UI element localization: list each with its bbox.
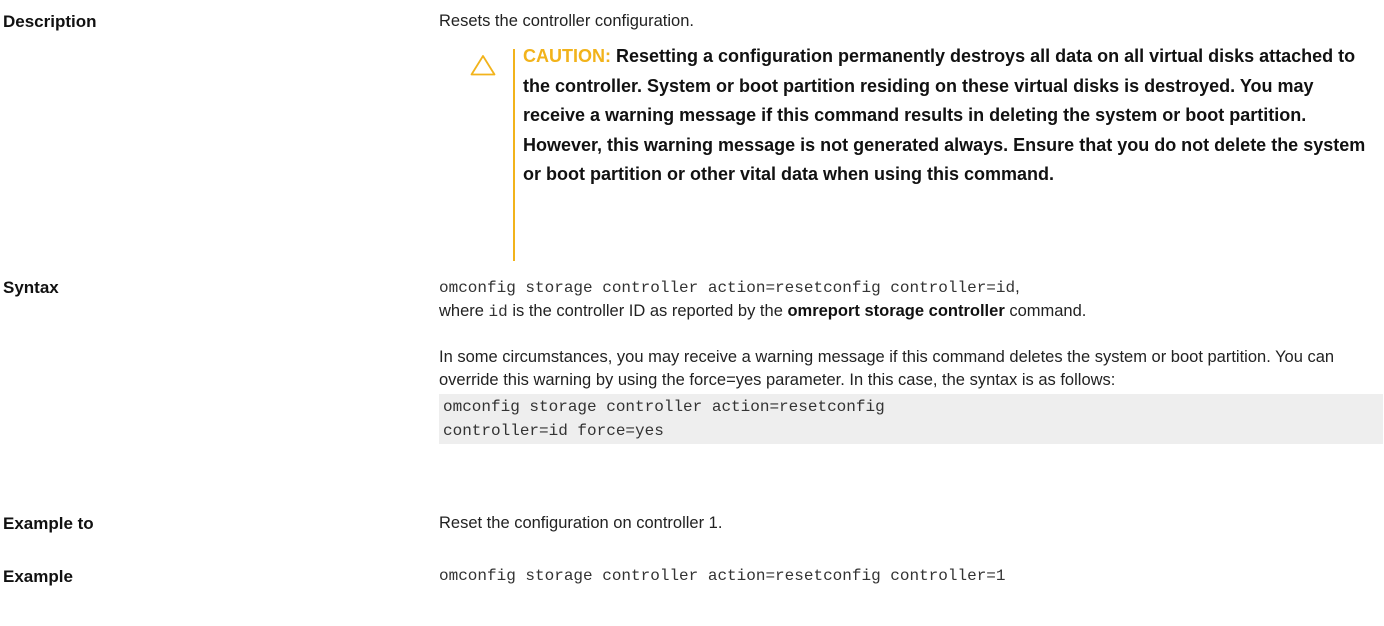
syntax-code-line-1: omconfig storage controller action=reset… <box>443 398 885 416</box>
example-code: omconfig storage controller action=reset… <box>439 567 1006 585</box>
syntax-command: omconfig storage controller action=reset… <box>439 279 1016 297</box>
syntax-code-block: omconfig storage controller action=reset… <box>439 394 1383 444</box>
example-to-label: Example to <box>3 514 94 533</box>
caution-notice: CAUTION: Resetting a configuration perma… <box>470 42 1380 261</box>
caution-triangle-icon <box>470 55 496 76</box>
syntax-command-line: omconfig storage controller action=reset… <box>439 276 1379 300</box>
example-label: Example <box>3 567 73 586</box>
caution-text: CAUTION: Resetting a configuration perma… <box>523 42 1378 190</box>
caution-bar <box>513 49 515 261</box>
syntax-label: Syntax <box>3 278 59 297</box>
syntax-comma: , <box>1015 278 1020 296</box>
syntax-where: where <box>439 302 489 320</box>
syntax-id-code: id <box>488 303 508 321</box>
description-label: Description <box>3 12 97 31</box>
document-page: Description Resets the controller config… <box>0 0 1384 626</box>
syntax-where-line: where id is the controller ID as reporte… <box>439 300 1379 324</box>
syntax-tail: command. <box>1004 302 1087 320</box>
syntax-code-line-2: controller=id force=yes <box>443 422 664 440</box>
caution-label: CAUTION: <box>523 46 611 66</box>
syntax-content: omconfig storage controller action=reset… <box>439 276 1383 444</box>
example-to-text: Reset the configuration on controller 1. <box>439 514 723 532</box>
caution-body: Resetting a configuration permanently de… <box>523 46 1366 184</box>
syntax-ref-command: omreport storage controller <box>787 302 1005 320</box>
description-text: Resets the controller configuration. <box>439 12 694 30</box>
syntax-paragraph: In some circumstances, you may receive a… <box>439 348 1335 389</box>
syntax-mid: is the controller ID as reported by the <box>507 302 788 320</box>
